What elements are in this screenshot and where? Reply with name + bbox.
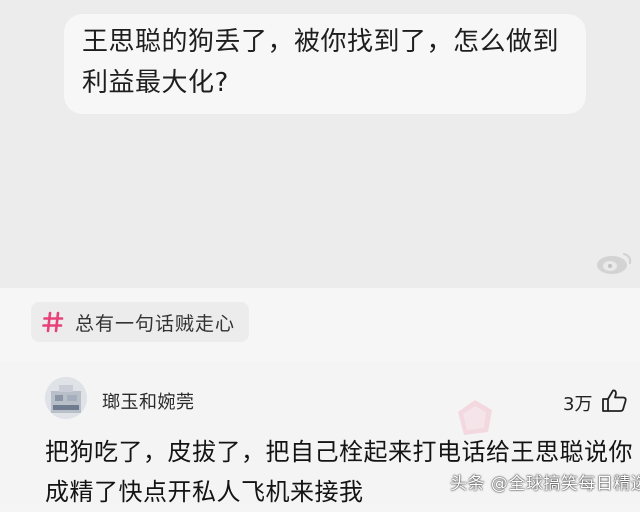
topic-label: 总有一句话贼走心: [75, 312, 236, 335]
like-count: 3万: [563, 394, 593, 415]
source-watermark: 头条 @全球搞笑每日精选: [450, 474, 640, 494]
question-text: 王思聪的狗丢了，被你找到了，怎么做到利益最大化?: [82, 27, 560, 98]
topic-chip[interactable]: 总有一句话贼走心: [31, 302, 250, 342]
hash-icon: [42, 311, 64, 333]
avatar[interactable]: [45, 377, 87, 419]
weibo-watermark-icon: [597, 252, 632, 274]
avatar-image: [45, 377, 87, 419]
thumbs-up-icon[interactable]: [601, 388, 628, 413]
comment-username[interactable]: 瑯玉和婉莞: [102, 388, 195, 414]
